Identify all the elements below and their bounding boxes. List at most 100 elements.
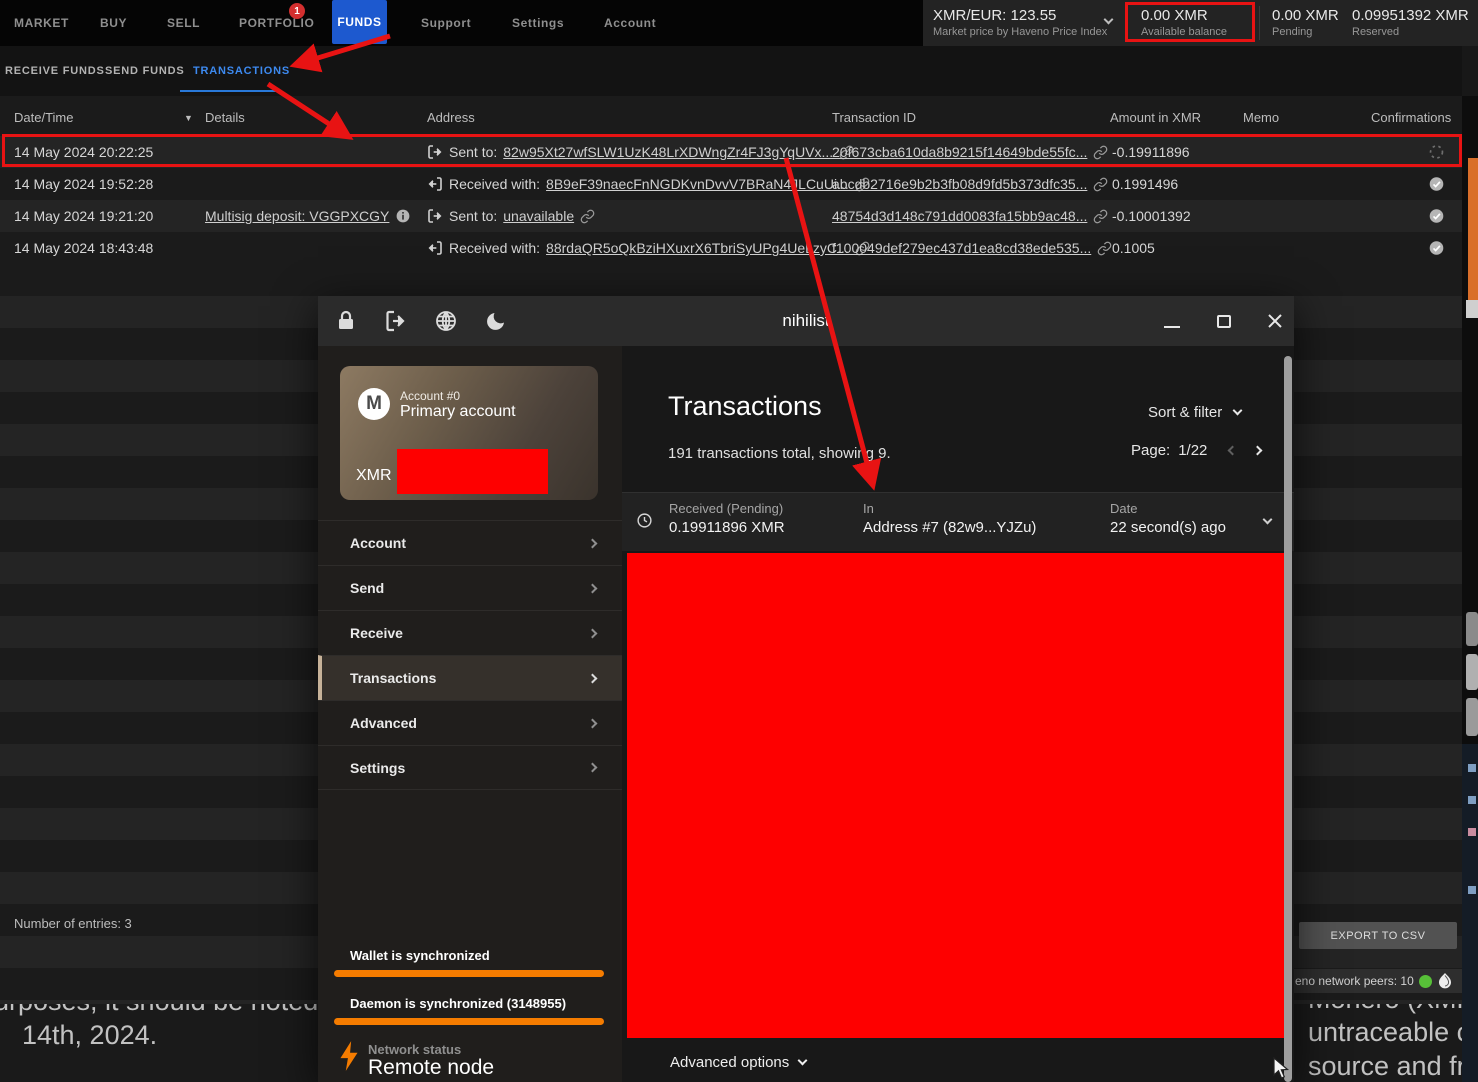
- address-prefix: Sent to:: [449, 208, 497, 224]
- pending-balance-value: 0.00 XMR: [1272, 7, 1339, 24]
- edge-window-fragment: [1466, 612, 1478, 646]
- minimize-button[interactable]: [1159, 314, 1185, 340]
- tx-amount: 0.19911896 XMR: [669, 519, 785, 536]
- wallet-menu: Account Send Receive Transactions Advanc…: [318, 520, 622, 790]
- menu-label: Receive: [350, 625, 403, 641]
- wallet-transaction-row[interactable]: Received (Pending) 0.19911896 XMR In Add…: [622, 493, 1294, 551]
- tx-amount: -0.19911896: [1112, 144, 1190, 160]
- nav-funds[interactable]: FUNDS: [332, 0, 387, 44]
- balance-ticker: XMR/EUR: 123.55 Market price by Haveno P…: [923, 0, 1478, 46]
- available-balance-value: 0.00 XMR: [1141, 7, 1208, 24]
- col-details[interactable]: Details: [205, 110, 245, 125]
- info-icon[interactable]: [395, 208, 411, 224]
- txid-link[interactable]: 20f673cba610da8b9215f14649bde55fc...: [832, 144, 1087, 160]
- advanced-options-label: Advanced options: [670, 1054, 789, 1071]
- daemon-sync-progressbar: [334, 1018, 604, 1025]
- nav-sell[interactable]: SELL: [167, 0, 200, 46]
- col-confirmations[interactable]: Confirmations: [1371, 110, 1451, 125]
- tx-amount: -0.10001392: [1112, 208, 1191, 224]
- edge-window-fragment: [1468, 886, 1476, 894]
- col-date-time[interactable]: Date/Time: [14, 110, 73, 125]
- menu-label: Settings: [350, 760, 405, 776]
- menu-item-settings[interactable]: Settings: [318, 745, 622, 790]
- menu-label: Send: [350, 580, 384, 596]
- edge-window-fragment: [1468, 158, 1478, 300]
- sent-icon: [427, 208, 443, 224]
- advanced-options-toggle[interactable]: Advanced options: [670, 1054, 806, 1071]
- col-amount[interactable]: Amount in XMR: [1110, 110, 1201, 125]
- details-link[interactable]: Multisig deposit: VGGPXCGY: [205, 208, 389, 224]
- link-icon: [580, 209, 595, 224]
- col-transaction-id[interactable]: Transaction ID: [832, 110, 916, 125]
- page-next-button[interactable]: [1253, 446, 1263, 456]
- menu-item-transactions[interactable]: Transactions: [318, 655, 622, 700]
- menu-item-account[interactable]: Account: [318, 520, 622, 565]
- network-bolt-icon: [336, 1040, 362, 1072]
- maximize-button[interactable]: [1211, 308, 1237, 334]
- address-prefix: Sent to:: [449, 144, 497, 160]
- col-memo[interactable]: Memo: [1243, 110, 1279, 125]
- tx-amount: 0.1005: [1112, 240, 1155, 256]
- table-row[interactable]: 14 May 2024 19:52:28 Received with:8B9eF…: [0, 168, 1462, 200]
- window-scrollbar[interactable]: [1284, 356, 1292, 1082]
- menu-item-advanced[interactable]: Advanced: [318, 700, 622, 745]
- address-link[interactable]: unavailable: [503, 208, 574, 224]
- confirmed-icon: [1428, 208, 1445, 225]
- txid-link[interactable]: f100049def279ec437d1ea8cd38ede535...: [832, 240, 1091, 256]
- address-link[interactable]: 82w95Xt27wfSLW1UzK48LrXDWngZr4FJ3gYqUVx.…: [503, 144, 833, 160]
- network-status-value[interactable]: Remote node: [368, 1056, 494, 1080]
- page-prev-button[interactable]: [1228, 446, 1238, 456]
- window-title: nihilist: [318, 296, 1294, 346]
- desktop-screen: Synced with Monero Mainnet (via Tor) at …: [0, 0, 1478, 1082]
- monero-logo-letter: M: [366, 393, 382, 415]
- nav-buy[interactable]: BUY: [100, 0, 127, 46]
- nav-support[interactable]: Support: [421, 0, 471, 46]
- chevron-down-icon: [798, 1056, 808, 1066]
- export-to-csv-button[interactable]: EXPORT TO CSV: [1299, 922, 1457, 949]
- sort-desc-icon[interactable]: ▼: [184, 113, 193, 123]
- menu-item-send[interactable]: Send: [318, 565, 622, 610]
- price-pair[interactable]: XMR/EUR: 123.55: [933, 7, 1056, 24]
- page-label: Page:: [1131, 442, 1170, 459]
- wallet-sync-progressbar: [334, 970, 604, 977]
- sort-filter-label: Sort & filter: [1148, 404, 1222, 421]
- table-row[interactable]: 14 May 2024 20:22:25 Sent to:82w95Xt27wf…: [0, 136, 1462, 168]
- close-button[interactable]: [1262, 308, 1288, 334]
- pagination: Page: 1/22: [1131, 442, 1261, 459]
- sort-filter-button[interactable]: Sort & filter: [1148, 404, 1241, 421]
- nav-account[interactable]: Account: [604, 0, 656, 46]
- table-row[interactable]: 14 May 2024 18:43:48 Received with:88rda…: [0, 232, 1462, 264]
- redaction-transactions: [627, 553, 1289, 1038]
- menu-item-receive[interactable]: Receive: [318, 610, 622, 655]
- entries-count: Number of entries: 3: [14, 916, 132, 931]
- link-icon: [1093, 209, 1108, 224]
- address-prefix: Received with:: [449, 176, 540, 192]
- address-link[interactable]: 8B9eF39naecFnNGDKvnDvvV7BRaN4JLCuUi...: [546, 176, 849, 192]
- menu-label: Account: [350, 535, 406, 551]
- table-row[interactable]: 14 May 2024 19:21:20 Multisig deposit: V…: [0, 200, 1462, 232]
- edge-window-fragment: [1466, 654, 1478, 690]
- funds-subtabs: RECEIVE FUNDS SEND FUNDS TRANSACTIONS: [0, 46, 1462, 96]
- window-titlebar[interactable]: nihilist: [318, 296, 1294, 346]
- tab-receive-funds[interactable]: RECEIVE FUNDS: [5, 46, 105, 96]
- col-address[interactable]: Address: [427, 110, 475, 125]
- tab-send-funds[interactable]: SEND FUNDS: [105, 46, 185, 96]
- pending-spinner-icon: [1428, 144, 1445, 161]
- tor-onion-icon: [1437, 972, 1453, 990]
- account-card[interactable]: M Account #0 Primary account XMR: [340, 366, 598, 500]
- nav-settings[interactable]: Settings: [512, 0, 564, 46]
- panel-title: Transactions: [668, 391, 822, 422]
- confirmed-icon: [1428, 240, 1445, 257]
- address-link[interactable]: 88rdaQR5oQkBziHXuxrX6TbriSyUPg4UeLzyC...: [546, 240, 849, 256]
- price-dropdown-icon[interactable]: [1104, 15, 1114, 25]
- expand-row-icon[interactable]: [1263, 515, 1273, 525]
- txid-link[interactable]: 48754d3d148c791dd0083fa15bb9ac48...: [832, 208, 1087, 224]
- transactions-summary: 191 transactions total, showing 9.: [668, 445, 891, 462]
- reserved-balance-label: Reserved: [1352, 26, 1399, 38]
- tab-transactions[interactable]: TRANSACTIONS: [193, 46, 290, 96]
- edge-window-fragment: [1466, 300, 1478, 318]
- nav-market[interactable]: MARKET: [14, 0, 69, 46]
- txid-link[interactable]: abcdb2716e9b2b3fb08d9fd5b373dfc35...: [832, 176, 1087, 192]
- portfolio-notification-badge: 1: [289, 3, 305, 19]
- menu-label: Transactions: [350, 670, 436, 686]
